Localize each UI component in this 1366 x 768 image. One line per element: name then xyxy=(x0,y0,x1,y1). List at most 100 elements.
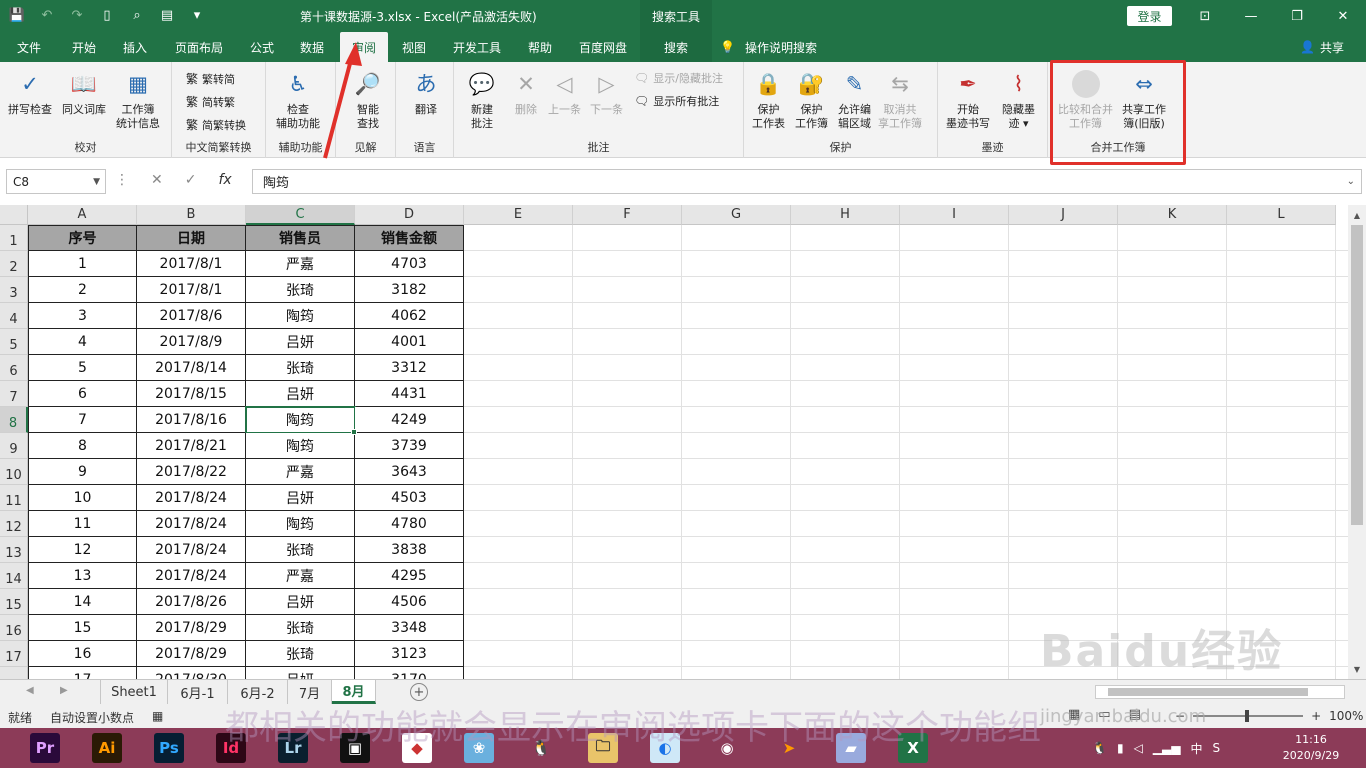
row-header[interactable]: 11 xyxy=(0,485,28,511)
close-icon[interactable]: ✕ xyxy=(1320,0,1366,32)
horizontal-scrollbar[interactable] xyxy=(1095,685,1345,699)
table-cell[interactable]: 2017/8/1 xyxy=(137,277,246,303)
table-cell[interactable]: 吕妍 xyxy=(246,329,355,355)
table-cell[interactable]: 3739 xyxy=(355,433,464,459)
tab-help[interactable]: 帮助 xyxy=(528,32,552,62)
table-cell[interactable]: 3 xyxy=(28,303,137,329)
table-cell[interactable]: 陶筠 xyxy=(246,433,355,459)
tab-insert[interactable]: 插入 xyxy=(123,32,147,62)
expand-formula-icon[interactable]: ⌄ xyxy=(1347,176,1355,187)
row-header[interactable]: 15 xyxy=(0,589,28,615)
table-cell[interactable]: 严嘉 xyxy=(246,251,355,277)
table-cell[interactable]: 6 xyxy=(28,381,137,407)
table-cell[interactable]: 8 xyxy=(28,433,137,459)
row-header[interactable] xyxy=(0,667,28,679)
table-header-cell[interactable]: 销售员 xyxy=(246,225,355,251)
vertical-scroll-thumb[interactable] xyxy=(1351,225,1363,525)
table-cell[interactable]: 9 xyxy=(28,459,137,485)
spell-check-button[interactable]: ✓ 拼写检查 xyxy=(8,68,52,117)
tab-review[interactable]: 审阅 xyxy=(340,32,388,62)
column-header[interactable]: L xyxy=(1227,205,1336,225)
ime-indicator[interactable]: 中 xyxy=(1190,740,1202,757)
table-cell[interactable]: 3312 xyxy=(355,355,464,381)
allow-edit-ranges-button[interactable]: ✎ 允许编 辑区域 xyxy=(838,68,871,131)
customize-icon[interactable]: ▾ xyxy=(188,6,206,24)
check-accessibility-button[interactable]: ♿ 检查 辅助功能 xyxy=(276,68,320,131)
table-cell[interactable]: 4503 xyxy=(355,485,464,511)
tab-baidu-netdisk[interactable]: 百度网盘 xyxy=(579,32,627,62)
table-cell[interactable]: 14 xyxy=(28,589,137,615)
tab-data[interactable]: 数据 xyxy=(300,32,324,62)
traditional-to-simplified-button[interactable]: 繁繁转简 xyxy=(186,70,235,87)
minimize-icon[interactable]: — xyxy=(1228,0,1274,32)
table-cell[interactable]: 2 xyxy=(28,277,137,303)
simplified-to-traditional-button[interactable]: 繁简转繁 xyxy=(186,93,235,110)
login-button[interactable]: 登录 xyxy=(1127,6,1172,26)
table-cell[interactable]: 2017/8/30 xyxy=(137,667,246,679)
start-inking-button[interactable]: ✒ 开始 墨迹书写 xyxy=(946,68,990,131)
table-cell[interactable]: 4001 xyxy=(355,329,464,355)
conversion-settings-button[interactable]: 繁简繁转换 xyxy=(186,116,246,133)
table-header-cell[interactable]: 序号 xyxy=(28,225,137,251)
table-cell[interactable]: 5 xyxy=(28,355,137,381)
thesaurus-button[interactable]: 📖 同义词库 xyxy=(62,68,106,117)
previous-comment-button[interactable]: ◁ 上一条 xyxy=(548,68,581,117)
table-cell[interactable]: 3182 xyxy=(355,277,464,303)
network-icon[interactable]: ▮ xyxy=(1117,741,1124,755)
column-header[interactable]: C xyxy=(246,205,355,225)
column-header[interactable]: E xyxy=(464,205,573,225)
premiere-icon[interactable]: Pr xyxy=(30,733,60,763)
redo-icon[interactable]: ↷ xyxy=(68,6,86,24)
row-header[interactable]: 14 xyxy=(0,563,28,589)
column-header[interactable]: D xyxy=(355,205,464,225)
vertical-scrollbar[interactable]: ▲ ▼ xyxy=(1348,205,1366,679)
column-header[interactable]: B xyxy=(137,205,246,225)
prev-sheet-icon[interactable]: ◀ xyxy=(26,685,34,696)
table-cell[interactable]: 4506 xyxy=(355,589,464,615)
table-cell[interactable]: 2017/8/22 xyxy=(137,459,246,485)
tab-search[interactable]: 搜索 xyxy=(640,32,712,62)
table-header-cell[interactable]: 销售金额 xyxy=(355,225,464,251)
table-cell[interactable]: 严嘉 xyxy=(246,459,355,485)
tell-me-search[interactable]: 💡 操作说明搜索 xyxy=(720,32,817,62)
table-cell[interactable]: 2017/8/9 xyxy=(137,329,246,355)
table-cell[interactable]: 陶筠 xyxy=(245,406,356,434)
table-cell[interactable]: 3348 xyxy=(355,615,464,641)
table-cell[interactable]: 17 xyxy=(28,667,137,679)
table-cell[interactable]: 2017/8/14 xyxy=(137,355,246,381)
row-header[interactable]: 2 xyxy=(0,251,28,277)
share-button[interactable]: 👤 共享 xyxy=(1300,32,1344,62)
print-preview-icon[interactable]: ⌕ xyxy=(128,6,146,24)
illustrator-icon[interactable]: Ai xyxy=(92,733,122,763)
qq-tray-icon[interactable]: 🐧 xyxy=(1092,741,1107,755)
table-cell[interactable]: 4295 xyxy=(355,563,464,589)
tab-file[interactable]: 文件 xyxy=(17,32,41,62)
new-comment-button[interactable]: 💬 新建 批注 xyxy=(466,68,498,131)
undo-icon[interactable]: ↶ xyxy=(38,6,56,24)
scroll-down-icon[interactable]: ▼ xyxy=(1348,661,1366,677)
table-cell[interactable]: 4249 xyxy=(355,407,464,433)
tab-page-layout[interactable]: 页面布局 xyxy=(175,32,223,62)
scroll-up-icon[interactable]: ▲ xyxy=(1348,207,1366,223)
formula-input[interactable]: 陶筠 ⌄ xyxy=(252,169,1362,194)
table-cell[interactable]: 吕妍 xyxy=(246,381,355,407)
fill-handle[interactable] xyxy=(351,429,357,435)
table-cell[interactable]: 陶筠 xyxy=(246,303,355,329)
signal-icon[interactable]: ▁▃▅ xyxy=(1153,741,1181,755)
row-header[interactable]: 6 xyxy=(0,355,28,381)
tab-home[interactable]: 开始 xyxy=(72,32,96,62)
table-cell[interactable]: 2017/8/1 xyxy=(137,251,246,277)
ribbon-display-icon[interactable]: ⊡ xyxy=(1182,0,1228,32)
table-cell[interactable]: 7 xyxy=(28,407,137,433)
row-header[interactable]: 4 xyxy=(0,303,28,329)
table-cell[interactable]: 2017/8/29 xyxy=(137,615,246,641)
tab-view[interactable]: 视图 xyxy=(402,32,426,62)
zoom-slider[interactable] xyxy=(1193,710,1304,722)
table-cell[interactable]: 吕妍 xyxy=(246,589,355,615)
new-icon[interactable]: ▯ xyxy=(98,6,116,24)
table-cell[interactable]: 12 xyxy=(28,537,137,563)
row-header[interactable]: 7 xyxy=(0,381,28,407)
protect-sheet-button[interactable]: 🔒 保护 工作表 xyxy=(752,68,785,131)
system-clock[interactable]: 11:16 2020/9/29 xyxy=(1276,732,1346,764)
next-comment-button[interactable]: ▷ 下一条 xyxy=(590,68,623,117)
